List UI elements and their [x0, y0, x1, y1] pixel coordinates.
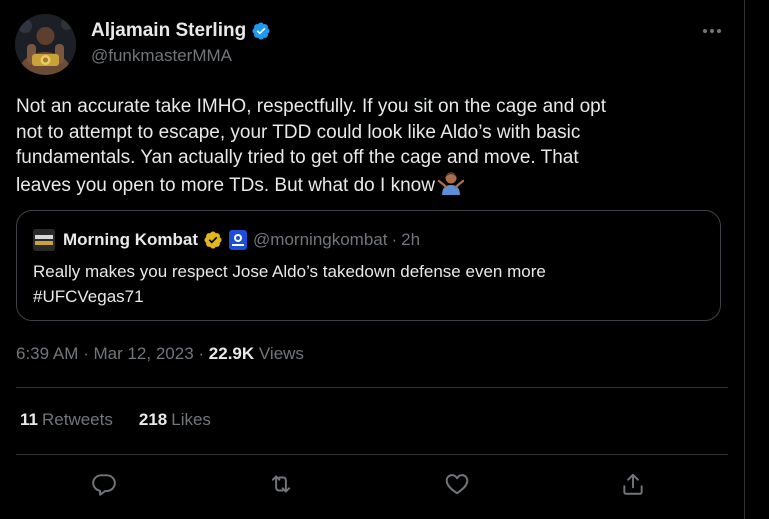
like-icon [445, 474, 469, 495]
share-button[interactable] [616, 467, 650, 501]
retweet-button[interactable] [264, 467, 298, 501]
reply-button[interactable] [87, 467, 121, 501]
retweets-label: Retweets [41, 410, 113, 429]
news-affiliate-icon [229, 230, 248, 250]
quoted-tweet-time[interactable]: 2h [401, 230, 420, 250]
hashtag-link[interactable]: #UFCVegas71 [33, 284, 546, 309]
tweet-text-line: fundamentals. Yan actually tried to get … [16, 147, 579, 168]
likes-stat[interactable]: 218 Likes [139, 410, 211, 430]
like-button[interactable] [440, 467, 474, 501]
divider [16, 454, 728, 455]
morning-kombat-logo-icon [33, 229, 55, 251]
tweet-meta: 6:39 AM · Mar 12, 2023 · 22.9K Views [16, 344, 304, 364]
divider [16, 387, 728, 388]
fighter-with-belt-avatar-icon [15, 14, 76, 75]
share-icon [623, 473, 643, 495]
tweet-text-line: leaves you open to more TDs. But what do… [16, 171, 728, 203]
quoted-tweet-card[interactable]: Morning Kombat @morningkombat · 2h Reall… [16, 210, 721, 321]
reply-icon [92, 474, 116, 496]
retweets-stat[interactable]: 11 Retweets [20, 410, 113, 430]
quoted-author-handle[interactable]: @morningkombat [253, 230, 387, 250]
tweet-stats: 11 Retweets 218 Likes [20, 410, 211, 430]
quoted-tweet-header: Morning Kombat @morningkombat · 2h [33, 229, 420, 251]
person-shrugging-emoji-icon [437, 171, 465, 203]
author-name-row: Aljamain Sterling [91, 18, 271, 44]
quoted-author-avatar[interactable] [33, 229, 55, 251]
tweet-text-line: Not an accurate take IMHO, respectfully.… [16, 96, 607, 117]
views-label: Views [258, 344, 304, 363]
more-dots-icon [703, 29, 721, 33]
tweet-timestamp[interactable]: 6:39 AM · Mar 12, 2023 · [16, 344, 204, 363]
more-options-button[interactable] [697, 18, 727, 44]
retweet-icon [271, 475, 291, 493]
quoted-tweet-text-line: Really makes you respect Jose Aldo’s tak… [33, 262, 546, 281]
author-handle[interactable]: @funkmasterMMA [91, 46, 232, 66]
tweet: Aljamain Sterling @funkmasterMMA Not an … [0, 0, 744, 519]
quoted-author-name[interactable]: Morning Kombat [63, 230, 198, 250]
gold-verified-icon [203, 230, 223, 250]
author-avatar[interactable] [15, 14, 76, 75]
author-name[interactable]: Aljamain Sterling [91, 20, 246, 42]
tweet-text-line-content: leaves you open to more TDs. But what do… [16, 174, 435, 196]
tweet-text: Not an accurate take IMHO, respectfully.… [16, 94, 728, 202]
likes-count: 218 [138, 410, 168, 429]
retweets-count: 11 [20, 410, 38, 429]
verified-badge-icon [251, 21, 271, 41]
likes-label: Likes [171, 410, 211, 429]
separator-dot: · [391, 230, 398, 249]
column-border [744, 0, 745, 519]
views-count: 22.9K [208, 344, 255, 363]
tweet-text-line: not to attempt to escape, your TDD could… [16, 121, 581, 143]
quoted-tweet-text: Really makes you respect Jose Aldo’s tak… [33, 259, 546, 309]
